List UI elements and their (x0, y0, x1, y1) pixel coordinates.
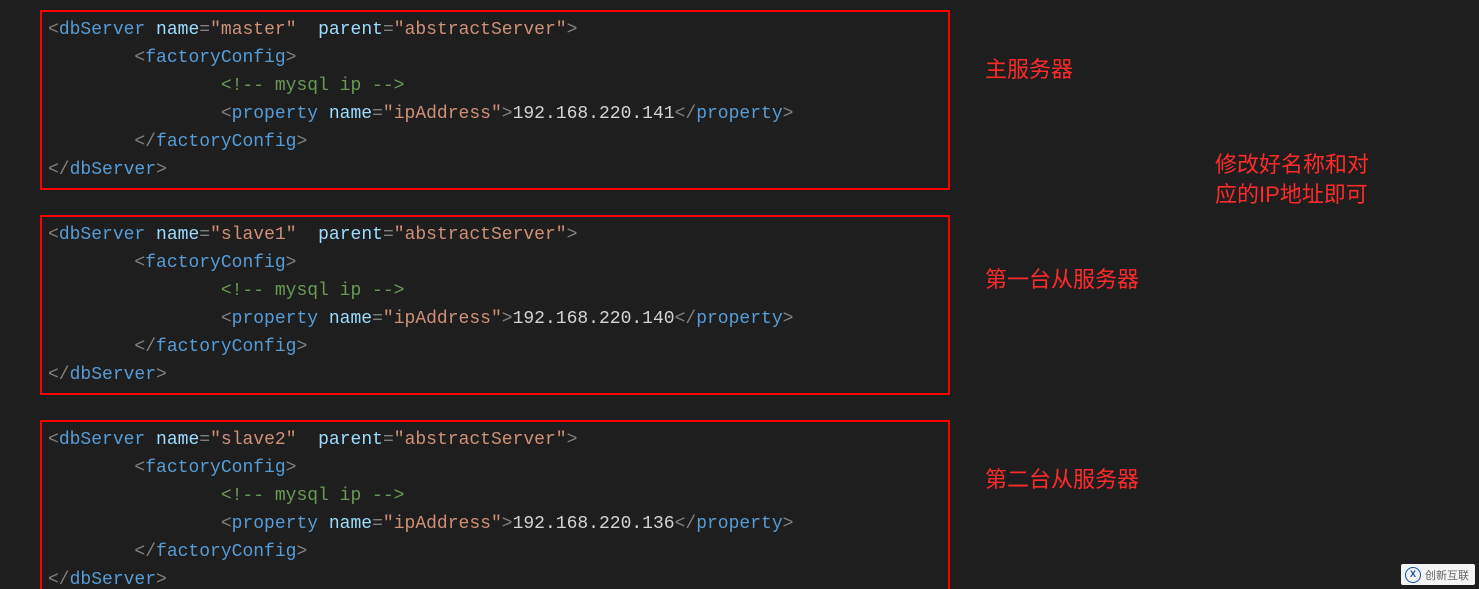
code-line: </dbServer> (48, 361, 942, 389)
annotation-slave1: 第一台从服务器 (985, 265, 1139, 295)
code-line: <dbServer name="slave1" parent="abstract… (48, 221, 942, 249)
annotation-side-note: 修改好名称和对 应的IP地址即可 (1215, 150, 1369, 210)
code-line: <property name="ipAddress">192.168.220.1… (48, 305, 942, 333)
code-line: </factoryConfig> (48, 333, 942, 361)
code-line: </dbServer> (48, 156, 942, 184)
annotation-slave2: 第二台从服务器 (985, 465, 1139, 495)
code-line: <factoryConfig> (48, 44, 942, 72)
root-canvas: <dbServer name="master" parent="abstract… (0, 0, 1479, 589)
code-line: </dbServer> (48, 566, 942, 589)
code-line: <!-- mysql ip --> (48, 72, 942, 100)
code-line: <!-- mysql ip --> (48, 277, 942, 305)
code-line: </factoryConfig> (48, 128, 942, 156)
code-line: <property name="ipAddress">192.168.220.1… (48, 510, 942, 538)
code-line: <!-- mysql ip --> (48, 482, 942, 510)
code-line: <property name="ipAddress">192.168.220.1… (48, 100, 942, 128)
code-block-master: <dbServer name="master" parent="abstract… (40, 10, 950, 190)
watermark-badge: X 创新互联 (1401, 564, 1475, 585)
watermark-text: 创新互联 (1425, 570, 1469, 582)
code-line: <factoryConfig> (48, 454, 942, 482)
code-block-slave1: <dbServer name="slave1" parent="abstract… (40, 215, 950, 395)
logo-icon: X (1405, 567, 1421, 583)
code-line: <factoryConfig> (48, 249, 942, 277)
annotation-master: 主服务器 (985, 55, 1073, 85)
code-block-slave2: <dbServer name="slave2" parent="abstract… (40, 420, 950, 589)
code-line: <dbServer name="master" parent="abstract… (48, 16, 942, 44)
code-line: </factoryConfig> (48, 538, 942, 566)
code-line: <dbServer name="slave2" parent="abstract… (48, 426, 942, 454)
